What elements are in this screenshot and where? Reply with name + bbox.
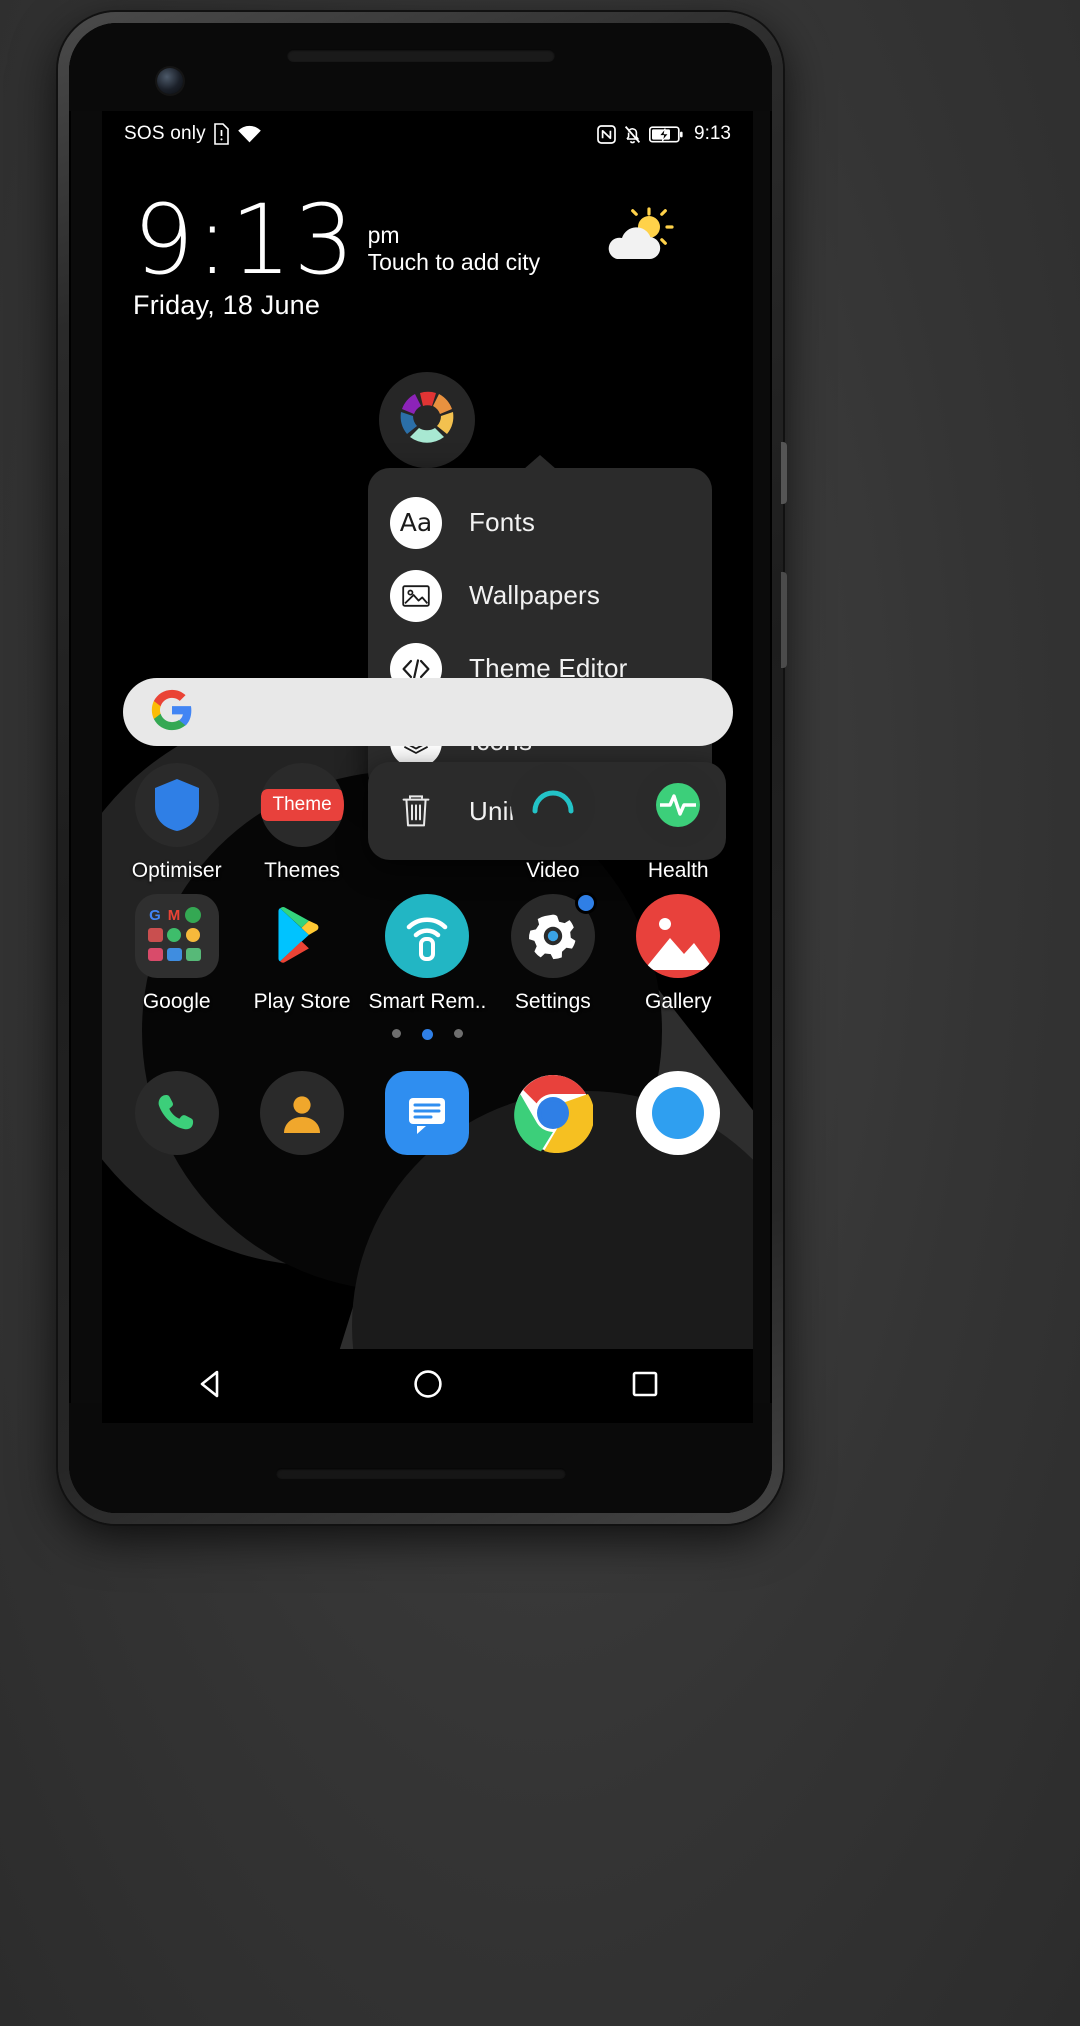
page-dot-active[interactable]	[422, 1029, 433, 1040]
svg-text:M: M	[167, 907, 180, 924]
google-g-icon	[150, 688, 194, 737]
phone-device-frame: SOS only 9:13 9:13 pm Touch to add city …	[58, 12, 787, 1524]
clock-ampm: pm	[367, 222, 400, 249]
sim-alert-icon	[213, 123, 230, 145]
dock: Phone Contacts Messages	[102, 1071, 753, 1155]
wifi-icon	[237, 124, 262, 144]
app-play-store[interactable]: Play Store	[249, 894, 355, 1014]
messages-icon	[385, 1071, 470, 1155]
bell-off-icon	[623, 124, 642, 145]
popup-item-label: Fonts	[469, 507, 536, 537]
clock-widget[interactable]: 9:13 pm Touch to add city Friday, 18 Jun…	[133, 184, 541, 321]
recents-square-icon[interactable]	[629, 1368, 661, 1405]
popup-item-wallpapers[interactable]: Wallpapers	[368, 559, 712, 632]
settings-notification-badge	[574, 892, 597, 914]
chrome-icon	[511, 1071, 595, 1155]
themes-icon: Theme	[260, 763, 345, 847]
popup-caret	[524, 455, 556, 469]
dock-contacts[interactable]: Contacts	[249, 1071, 355, 1155]
bottom-speaker	[275, 1468, 566, 1479]
app-health[interactable]: Health	[625, 763, 731, 883]
status-bar-clock: 9:13	[694, 123, 731, 144]
app-row-2: G M Google Play Store Smart Rem.. Settin…	[102, 892, 753, 1014]
app-themes[interactable]: Theme Themes	[249, 763, 355, 883]
dock-chrome[interactable]: Chrome	[500, 1071, 606, 1155]
app-video[interactable]: Video	[500, 763, 606, 883]
gallery-icon	[636, 894, 721, 978]
volume-button[interactable]	[781, 572, 787, 668]
app-row-1: Optimiser Theme Themes Video Health	[102, 763, 753, 883]
app-label: Video	[526, 859, 580, 882]
nfc-icon	[597, 124, 616, 144]
top-bezel	[69, 23, 772, 111]
front-camera	[157, 68, 183, 94]
sun-behind-cloud-icon[interactable]	[597, 207, 681, 269]
font-aa-icon: Aa	[390, 496, 442, 549]
app-gallery[interactable]: Gallery	[625, 894, 731, 1014]
app-google-folder[interactable]: G M Google	[124, 894, 230, 1014]
battery-charging-icon	[648, 125, 683, 144]
back-triangle-icon[interactable]	[194, 1367, 228, 1406]
home-circle-icon[interactable]	[411, 1367, 445, 1406]
app-optimiser[interactable]: Optimiser	[124, 763, 230, 883]
popup-item-fonts[interactable]: Aa Fonts	[368, 486, 712, 559]
app-label: Settings	[514, 990, 591, 1013]
google-folder-icon: G M	[134, 894, 219, 978]
image-picture-icon	[390, 569, 442, 622]
page-dot[interactable]	[392, 1029, 401, 1038]
screenshot-root: SOS only 9:13 9:13 pm Touch to add city …	[0, 0, 1080, 2026]
google-search-bar[interactable]	[123, 678, 733, 746]
contacts-person-icon	[260, 1071, 345, 1155]
app-label: Themes	[264, 859, 340, 882]
app-label: Smart Rem..	[368, 990, 487, 1013]
shield-icon	[134, 763, 219, 847]
phone-inner-body: SOS only 9:13 9:13 pm Touch to add city …	[69, 23, 772, 1513]
themes-colorwheel-icon	[394, 387, 460, 453]
app-label: Health	[647, 859, 709, 882]
status-bar: SOS only 9:13	[102, 111, 753, 157]
carrier-label: SOS only	[124, 123, 206, 144]
navigation-bar	[102, 1349, 753, 1423]
play-store-icon	[260, 894, 344, 978]
earpiece-speaker	[286, 49, 555, 62]
power-button[interactable]	[781, 442, 787, 504]
app-label: Gallery	[644, 990, 712, 1013]
dock-browser[interactable]: Browser	[625, 1071, 731, 1155]
blue-circle-icon	[636, 1071, 721, 1155]
page-indicator	[102, 1029, 753, 1040]
popup-item-label: Wallpapers	[469, 580, 601, 610]
app-smart-remote[interactable]: Smart Rem..	[369, 894, 486, 1014]
video-icon	[510, 763, 595, 847]
page-dot[interactable]	[454, 1029, 463, 1038]
themes-app-icon-pressed[interactable]	[379, 372, 475, 468]
font-aa-glyph: Aa	[399, 508, 433, 537]
health-icon	[636, 763, 721, 847]
add-city-hint[interactable]: Touch to add city	[368, 248, 541, 277]
app-label: Google	[142, 990, 211, 1013]
dock-messages[interactable]: Messages	[374, 1071, 480, 1155]
phone-screen: SOS only 9:13 9:13 pm Touch to add city …	[102, 111, 753, 1423]
phone-icon	[134, 1071, 219, 1155]
clock-time: 9:13	[133, 184, 357, 296]
dock-phone[interactable]: Phone	[124, 1071, 230, 1155]
smart-remote-icon	[385, 894, 470, 978]
app-label: Optimiser	[131, 859, 222, 882]
settings-gear-icon	[510, 892, 597, 978]
app-settings[interactable]: Settings	[500, 892, 606, 1014]
app-label: Play Store	[253, 990, 351, 1013]
svg-text:G: G	[149, 907, 161, 924]
